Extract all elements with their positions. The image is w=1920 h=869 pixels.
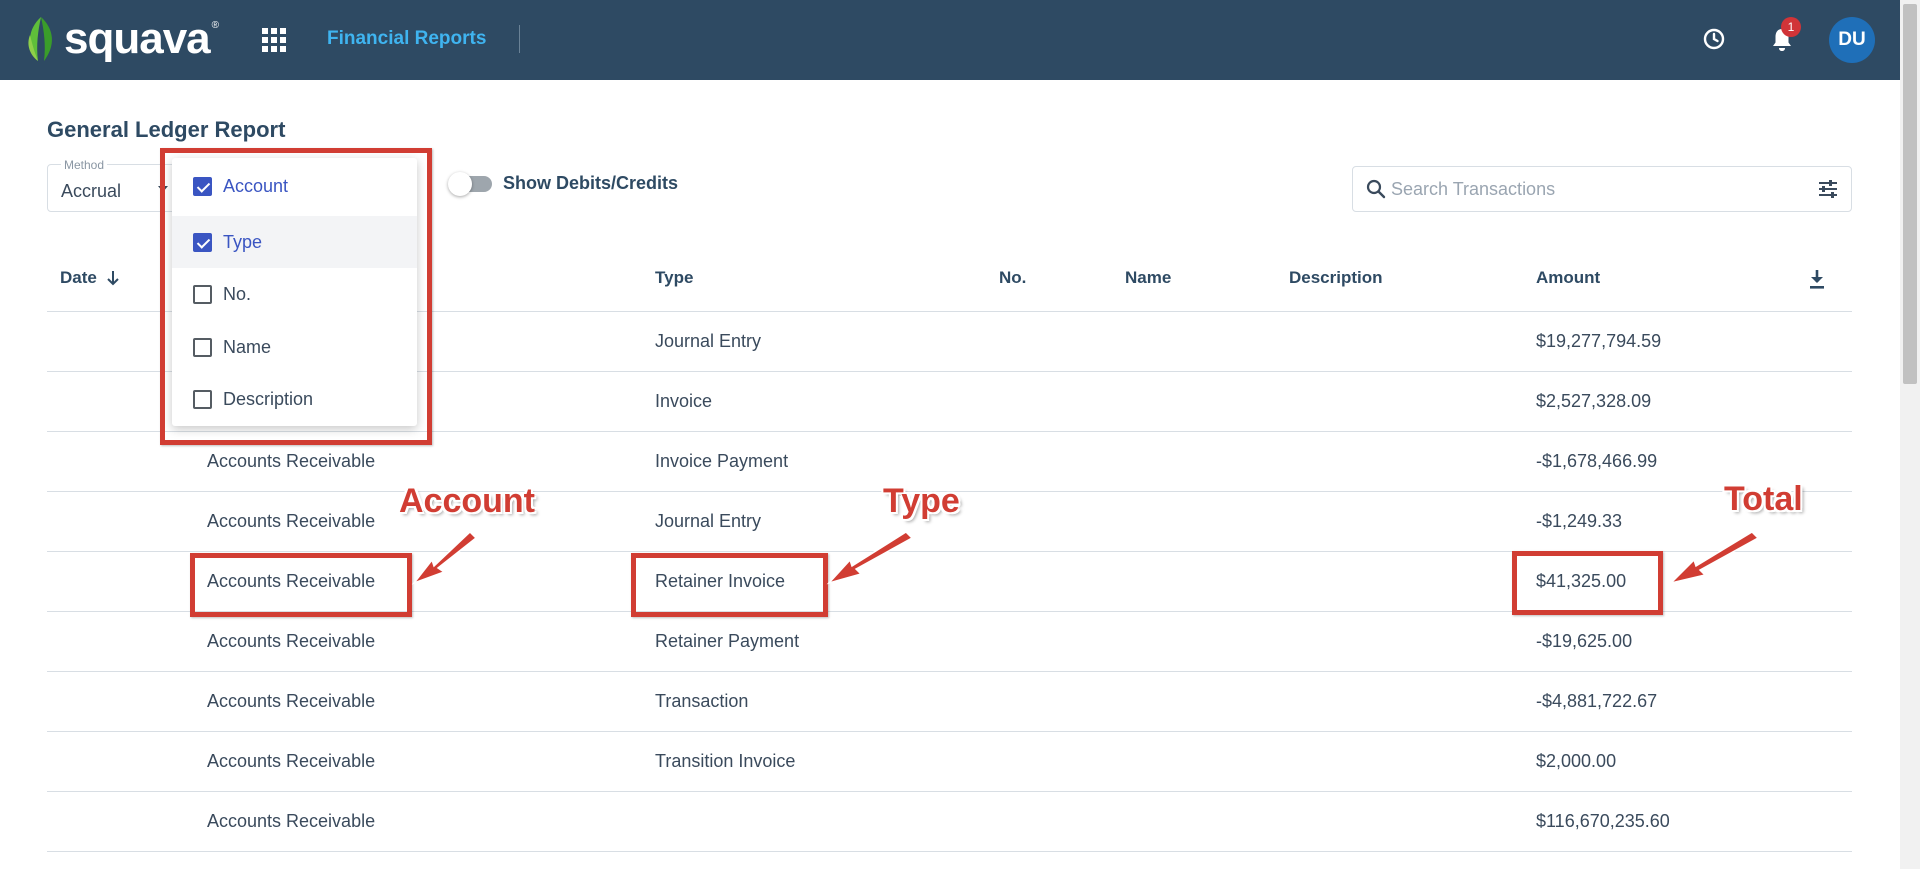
cell-type: Retainer Invoice bbox=[655, 571, 786, 591]
squava-logo[interactable]: squava ® bbox=[24, 12, 219, 66]
column-header-type[interactable]: Type bbox=[655, 268, 693, 288]
cell-amount: $2,000.00 bbox=[1536, 751, 1617, 771]
column-option-label: Account bbox=[223, 176, 289, 196]
cell-amount: $116,670,235.60 bbox=[1536, 811, 1670, 831]
search-box bbox=[1352, 166, 1852, 212]
column-option-description[interactable]: Description bbox=[172, 373, 417, 425]
cell-amount: -$1,249.33 bbox=[1536, 511, 1623, 531]
column-header-no[interactable]: No. bbox=[999, 268, 1026, 288]
column-option-label: Name bbox=[223, 337, 272, 357]
method-label: Method bbox=[61, 158, 108, 172]
table-row[interactable]: Accounts Receivable Transition Invoice $… bbox=[47, 732, 1852, 792]
cell-amount: $2,527,328.09 bbox=[1536, 391, 1652, 411]
user-avatar[interactable]: DU bbox=[1829, 17, 1875, 63]
method-select[interactable]: Method Accrual bbox=[47, 158, 177, 212]
checkbox-checked[interactable] bbox=[193, 177, 212, 196]
chevron-down-icon bbox=[158, 186, 168, 192]
column-option-no[interactable]: No. bbox=[172, 268, 417, 320]
column-option-label: No. bbox=[223, 284, 252, 304]
download-icon[interactable] bbox=[1807, 268, 1827, 290]
cell-account: Accounts Receivable bbox=[207, 451, 376, 471]
search-icon bbox=[1366, 179, 1386, 199]
filter-settings-icon[interactable] bbox=[1817, 178, 1839, 200]
column-option-label: Type bbox=[223, 232, 263, 252]
cell-account: Accounts Receivable bbox=[207, 631, 376, 651]
cell-type: Invoice Payment bbox=[655, 451, 789, 471]
cell-type: Transaction bbox=[655, 691, 749, 711]
column-header-date[interactable]: Date bbox=[60, 268, 120, 288]
cell-type: Retainer Payment bbox=[655, 631, 800, 651]
table-row[interactable]: Accounts Receivable Transaction -$4,881,… bbox=[47, 672, 1852, 732]
top-navigation-bar: squava ® Financial Reports 1 DU bbox=[0, 0, 1900, 80]
annotation-label-type: Type bbox=[883, 482, 960, 520]
cell-amount: $19,277,794.59 bbox=[1536, 331, 1662, 351]
registered-mark: ® bbox=[211, 19, 220, 31]
nav-financial-reports[interactable]: Financial Reports bbox=[327, 28, 486, 50]
toggle-label: Show Debits/Credits bbox=[503, 173, 679, 193]
cell-amount: -$1,678,466.99 bbox=[1536, 451, 1658, 471]
column-option-type[interactable]: Type bbox=[172, 216, 417, 268]
cell-account: Accounts Receivable bbox=[207, 811, 376, 831]
column-header-date-label: Date bbox=[60, 268, 97, 287]
column-option-label: Description bbox=[223, 389, 314, 409]
cell-account: Accounts Receivable bbox=[207, 691, 376, 711]
cell-type: Transition Invoice bbox=[655, 751, 796, 771]
toggle-knob bbox=[448, 172, 472, 196]
column-picker-menu: Account Type No. Name Description bbox=[172, 158, 417, 426]
checkbox-unchecked[interactable] bbox=[193, 390, 212, 409]
history-icon[interactable] bbox=[1702, 27, 1726, 51]
annotation-label-total: Total bbox=[1724, 480, 1803, 518]
sort-arrow-down-icon bbox=[106, 271, 119, 286]
table-row[interactable]: Accounts Receivable $116,670,235.60 bbox=[47, 792, 1852, 852]
cell-account: Accounts Receivable bbox=[207, 751, 376, 771]
brand-name: squava bbox=[64, 14, 211, 63]
method-value: Accrual bbox=[61, 181, 122, 201]
column-header-name[interactable]: Name bbox=[1125, 268, 1171, 288]
cell-amount: $41,325.00 bbox=[1536, 571, 1627, 591]
checkbox-checked[interactable] bbox=[193, 233, 212, 252]
cell-type: Journal Entry bbox=[655, 331, 762, 351]
scrollbar-thumb[interactable] bbox=[1903, 4, 1917, 384]
column-option-name[interactable]: Name bbox=[172, 321, 417, 373]
apps-grid-icon[interactable] bbox=[262, 28, 286, 52]
cell-type: Journal Entry bbox=[655, 511, 762, 531]
cell-type: Invoice bbox=[655, 391, 713, 411]
squava-leaf-icon bbox=[28, 17, 52, 61]
notification-badge: 1 bbox=[1781, 17, 1801, 37]
page-title: General Ledger Report bbox=[47, 117, 286, 142]
column-option-account[interactable]: Account bbox=[172, 160, 417, 212]
cell-amount: -$19,625.00 bbox=[1536, 631, 1633, 651]
cell-amount: -$4,881,722.67 bbox=[1536, 691, 1658, 711]
table-row[interactable]: Accounts Receivable Retainer Payment -$1… bbox=[47, 612, 1852, 672]
cell-account: Accounts Receivable bbox=[207, 511, 376, 531]
column-header-amount[interactable]: Amount bbox=[1536, 268, 1600, 288]
nav-divider bbox=[519, 25, 520, 53]
search-input[interactable] bbox=[1391, 175, 1791, 203]
annotation-label-account: Account bbox=[399, 482, 535, 520]
column-header-description[interactable]: Description bbox=[1289, 268, 1383, 288]
table-row[interactable]: Accounts Receivable Retainer Invoice $41… bbox=[47, 552, 1852, 612]
checkbox-unchecked[interactable] bbox=[193, 338, 212, 357]
cell-account: Accounts Receivable bbox=[207, 571, 376, 591]
checkbox-unchecked[interactable] bbox=[193, 285, 212, 304]
show-debits-credits-toggle[interactable] bbox=[448, 172, 492, 196]
